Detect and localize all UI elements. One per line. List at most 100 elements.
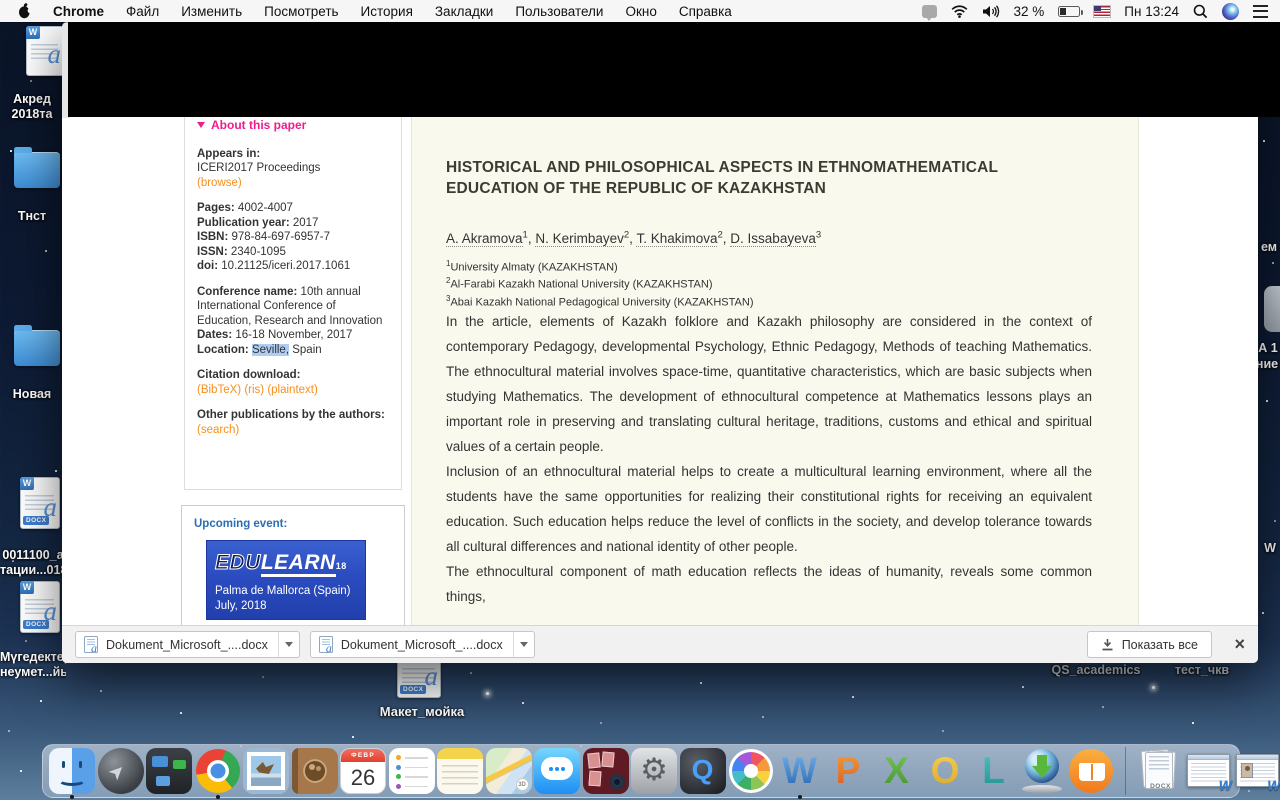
desktop-folder-icon[interactable] [14, 152, 60, 188]
dock-messages-icon[interactable] [534, 748, 580, 794]
dock-mission-control-icon[interactable] [146, 748, 192, 794]
plaintext-link[interactable]: (plaintext) [267, 384, 318, 396]
desktop-docx-icon[interactable]: W a DOCX [20, 477, 60, 529]
search-link[interactable]: (search) [197, 423, 389, 438]
abstract-paragraph: The ethnocultural component of math educ… [446, 559, 1092, 609]
dock-launchpad-icon[interactable]: ➤ [98, 748, 144, 794]
dock-word-document-icon[interactable]: W [1186, 748, 1232, 794]
appears-in-value: ICERI2017 Proceedings [197, 161, 389, 176]
menu-bookmarks[interactable]: Закладки [424, 4, 504, 19]
desktop-label[interactable]: 0011100_a [0, 548, 66, 562]
selected-text: Seville, [252, 344, 289, 356]
pages-value: 4002-4007 [238, 202, 293, 214]
dock-lync-icon[interactable]: L [971, 748, 1017, 794]
wifi-icon[interactable] [951, 5, 968, 18]
spotlight-search-icon[interactable] [1193, 4, 1208, 19]
docx-badge: DOCX [23, 620, 49, 629]
dock-quicktime-icon[interactable]: Q [680, 748, 726, 794]
menu-file[interactable]: Файл [115, 4, 170, 19]
apple-menu[interactable] [12, 3, 42, 19]
dock-excel-icon[interactable]: X [874, 748, 920, 794]
dock-calendar-icon[interactable]: ФЕВР 26 [340, 748, 386, 794]
other-publications-label: Other publications by the authors: [197, 408, 389, 423]
dock-chrome-icon[interactable] [195, 748, 241, 794]
dock-photo-booth-icon[interactable] [583, 748, 629, 794]
about-paper-heading[interactable]: About this paper [197, 118, 389, 133]
input-language-flag-icon[interactable] [1094, 6, 1110, 17]
dock-downloads-globe-icon[interactable] [1019, 748, 1065, 794]
dock-photos-icon[interactable] [728, 748, 774, 794]
download-filename: Dokument_Microsoft_....docx [341, 638, 503, 652]
dock-maps-icon[interactable]: 3D [486, 748, 532, 794]
desktop-label[interactable]: Мүгедектерді [0, 650, 66, 664]
word-file-icon: a [84, 636, 98, 653]
author-link[interactable]: A. Akramova [446, 231, 523, 247]
author-link[interactable]: T. Khakimova [636, 231, 717, 247]
download-item-menu-button[interactable] [513, 632, 534, 657]
close-download-bar-button[interactable]: × [1234, 633, 1245, 655]
dock-docx-stack-icon[interactable]: DOCX [1138, 748, 1184, 794]
download-item-1[interactable]: a Dokument_Microsoft_....docx [75, 631, 300, 658]
menu-history[interactable]: История [350, 4, 424, 19]
menu-people[interactable]: Пользователи [504, 4, 614, 19]
author-link[interactable]: N. Kerimbayev [535, 231, 624, 247]
desktop-label[interactable]: Тнст [0, 209, 64, 223]
desktop-folder-icon[interactable] [14, 330, 60, 366]
menu-edit[interactable]: Изменить [170, 4, 253, 19]
desktop-label[interactable]: 2018та [0, 107, 64, 121]
menu-clock[interactable]: Пн 13:24 [1124, 4, 1179, 19]
menu-view[interactable]: Посмотреть [253, 4, 349, 19]
siri-icon[interactable] [1222, 3, 1239, 20]
dock-notes-icon[interactable] [437, 748, 483, 794]
desktop-label[interactable]: Новая [0, 387, 64, 401]
volume-icon[interactable] [982, 5, 1000, 18]
desktop-label[interactable]: тации...018 [0, 563, 66, 577]
camera-lens [609, 774, 625, 790]
download-item-2[interactable]: a Dokument_Microsoft_....docx [310, 631, 535, 658]
author-link[interactable]: D. Issabayeva [730, 231, 816, 247]
running-indicator [70, 795, 74, 799]
desktop-label[interactable]: Акред [0, 92, 64, 106]
menu-window[interactable]: Окно [614, 4, 667, 19]
edulearn-logo: EDULEARN18 [215, 551, 365, 575]
dock-contacts-icon[interactable] [292, 748, 338, 794]
dock-finder-icon[interactable] [49, 748, 95, 794]
authors-line: A. Akramova1, N. Kerimbayev2, T. Khakimo… [446, 229, 1092, 246]
outlook-letter: O [922, 748, 968, 794]
powerpoint-letter: P [825, 748, 871, 794]
about-paper-panel: About this paper Appears in: ICERI2017 P… [184, 110, 402, 490]
dock-outlook-icon[interactable]: O [922, 748, 968, 794]
edulearn-banner[interactable]: EDULEARN18 Palma de Mallorca (Spain) Jul… [206, 540, 366, 620]
running-indicator [798, 795, 802, 799]
show-all-downloads-button[interactable]: Показать все [1087, 631, 1212, 658]
dock-mail-icon[interactable] [243, 748, 289, 794]
airplay-icon[interactable] [922, 5, 937, 18]
dock-system-preferences-icon[interactable]: ⚙ [631, 748, 677, 794]
desktop-doc-icon-akred[interactable]: W a [26, 26, 64, 76]
flower-icon [732, 752, 770, 790]
desktop-label-test[interactable]: тест_чкв [1160, 663, 1244, 677]
battery-icon[interactable] [1058, 6, 1080, 17]
calendar-day: 26 [341, 762, 385, 793]
menu-help[interactable]: Справка [668, 4, 743, 19]
ris-link[interactable]: (ris) [244, 384, 264, 396]
browse-link[interactable]: (browse) [197, 176, 389, 191]
dock-word-document-2-icon[interactable]: W [1235, 748, 1280, 794]
dock-ibooks-icon[interactable] [1068, 748, 1114, 794]
download-item-menu-button[interactable] [278, 632, 299, 657]
collapse-triangle-icon [197, 122, 205, 128]
bibtex-link[interactable]: (BibTeX) [197, 384, 241, 396]
notification-center-icon[interactable] [1253, 5, 1268, 18]
desktop-docx-icon[interactable]: W a DOCX [20, 581, 60, 633]
dates-value: 16-18 November, 2017 [235, 329, 352, 341]
dock-word-icon[interactable]: W [777, 748, 823, 794]
desktop-label-maket[interactable]: Макет_мойка [352, 704, 492, 719]
desktop-label-qs[interactable]: QS_academics [1040, 663, 1152, 677]
dock-reminders-icon[interactable] [389, 748, 435, 794]
dock-powerpoint-icon[interactable]: P [825, 748, 871, 794]
menu-app-name[interactable]: Chrome [42, 4, 115, 19]
desktop-label[interactable]: неумет...йындау [0, 665, 66, 679]
maps-3d-badge: 3D [516, 778, 529, 791]
running-indicator [216, 795, 220, 799]
book-icon [1079, 763, 1105, 781]
